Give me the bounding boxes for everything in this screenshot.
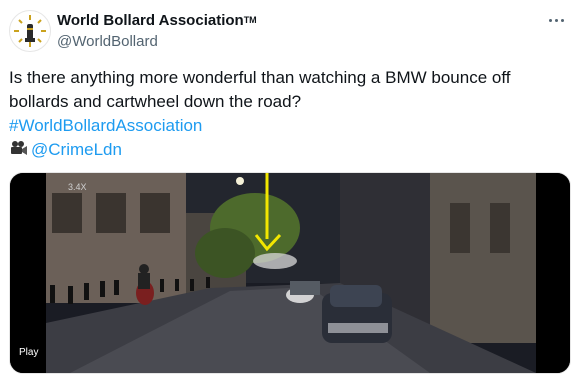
zoom-label: 3.4X	[68, 182, 87, 192]
tweet-body: Is there anything more wonderful than wa…	[9, 68, 511, 111]
hashtag-link[interactable]: #WorldBollardAssociation	[9, 116, 202, 135]
trademark-badge: TM	[243, 15, 257, 25]
avatar[interactable]	[9, 10, 51, 52]
video-player[interactable]: 3.4X Play	[9, 172, 571, 374]
mention-link[interactable]: @CrimeLdn	[31, 140, 122, 159]
tweet-text: Is there anything more wonderful than wa…	[9, 66, 564, 162]
author-handle[interactable]: @WorldBollard	[57, 33, 257, 50]
movie-camera-icon	[11, 141, 27, 155]
author-name[interactable]: World Bollard Association	[57, 12, 244, 29]
video-frame	[10, 173, 570, 373]
author-block[interactable]: World Bollard Association TM @WorldBollar…	[57, 11, 257, 51]
association-logo-icon	[13, 14, 47, 48]
play-button[interactable]: Play	[19, 347, 38, 358]
more-options-icon[interactable]	[544, 12, 568, 28]
